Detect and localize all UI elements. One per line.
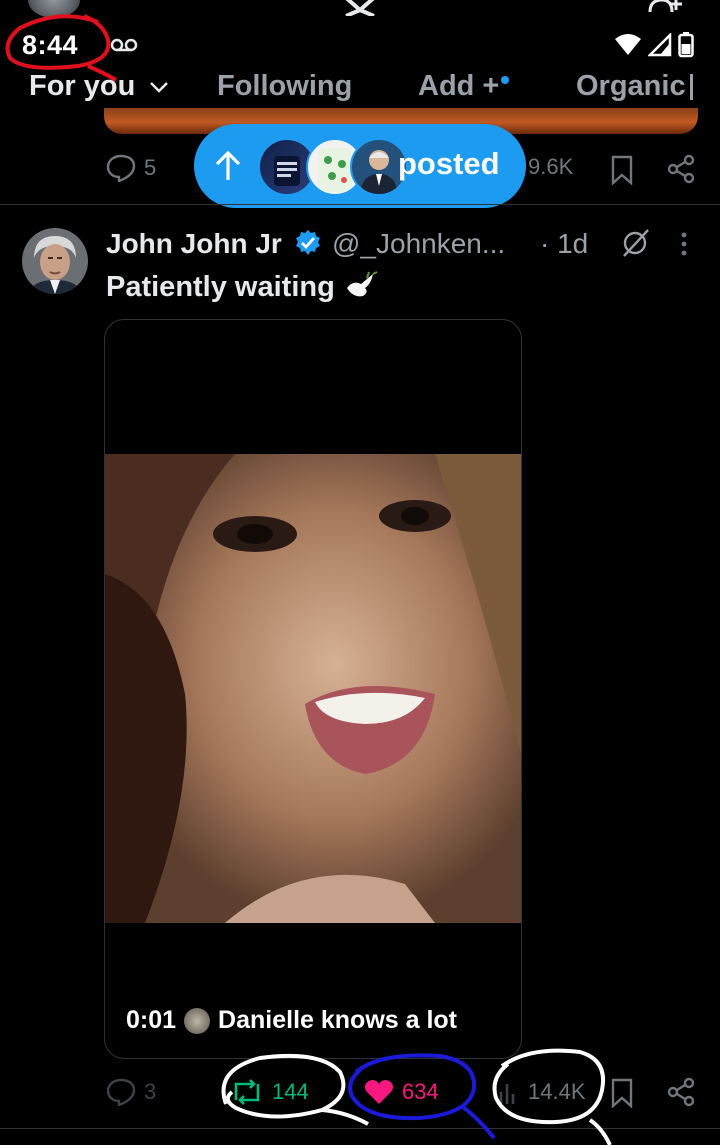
grok-icon[interactable] — [620, 228, 650, 258]
divider — [0, 1128, 720, 1129]
battery-icon — [678, 32, 694, 58]
timeline-tabs: For you Following Add + Organic — [0, 70, 720, 110]
add-user-icon[interactable] — [646, 0, 686, 18]
x-logo-icon — [340, 0, 380, 16]
views-icon — [498, 1078, 520, 1106]
reply-button[interactable]: 5 — [106, 154, 156, 182]
caption-avatar-icon — [184, 1007, 211, 1034]
tab-organic[interactable]: Organic — [576, 70, 693, 103]
tab-following[interactable]: Following — [217, 70, 352, 103]
video-caption-text: Danielle knows a lot — [218, 1006, 457, 1034]
new-posts-label: posted — [398, 146, 500, 181]
divider — [0, 204, 720, 205]
chevron-down-icon — [149, 80, 169, 94]
voicemail-icon — [110, 34, 138, 54]
video-frame — [105, 454, 521, 923]
new-posts-pill[interactable]: posted — [194, 124, 526, 208]
verified-badge-icon — [294, 229, 322, 257]
bookmark-icon[interactable] — [610, 1078, 634, 1108]
arrow-up-icon — [214, 150, 242, 182]
tab-for-you[interactable]: For you — [29, 70, 169, 103]
tab-add[interactable]: Add + — [418, 70, 510, 103]
signal-icon — [648, 33, 672, 57]
status-time: 8:44 — [22, 30, 79, 60]
video-caption: 0:01 Danielle knows a lot — [126, 1006, 457, 1035]
post-time[interactable]: · 1d — [540, 228, 588, 260]
like-button[interactable]: 634 — [364, 1078, 439, 1106]
author-name[interactable]: John John Jr — [106, 228, 322, 260]
reply-icon — [106, 1078, 136, 1106]
reply-icon — [106, 154, 136, 182]
reply-button[interactable]: 3 — [106, 1078, 156, 1106]
new-dot — [501, 76, 510, 84]
post-text: Patiently waiting — [106, 270, 379, 304]
author-handle[interactable]: @_Johnken... — [332, 228, 505, 260]
views-button[interactable]: 9.6K — [528, 154, 573, 180]
profile-avatar[interactable] — [28, 0, 80, 18]
repost-button[interactable]: 144 — [230, 1078, 309, 1106]
repost-icon — [230, 1078, 264, 1106]
dove-emoji-icon — [343, 270, 379, 300]
more-icon[interactable] — [680, 232, 688, 256]
wifi-icon — [614, 33, 642, 57]
video-time: 0:01 — [126, 1006, 177, 1034]
bookmark-icon[interactable] — [610, 155, 634, 185]
share-icon[interactable] — [666, 1077, 696, 1107]
author-avatar[interactable] — [22, 228, 88, 294]
video-player[interactable] — [104, 319, 522, 1059]
share-icon[interactable] — [666, 154, 696, 184]
heart-icon — [364, 1078, 394, 1106]
views-button[interactable]: 14.4K — [498, 1078, 586, 1106]
